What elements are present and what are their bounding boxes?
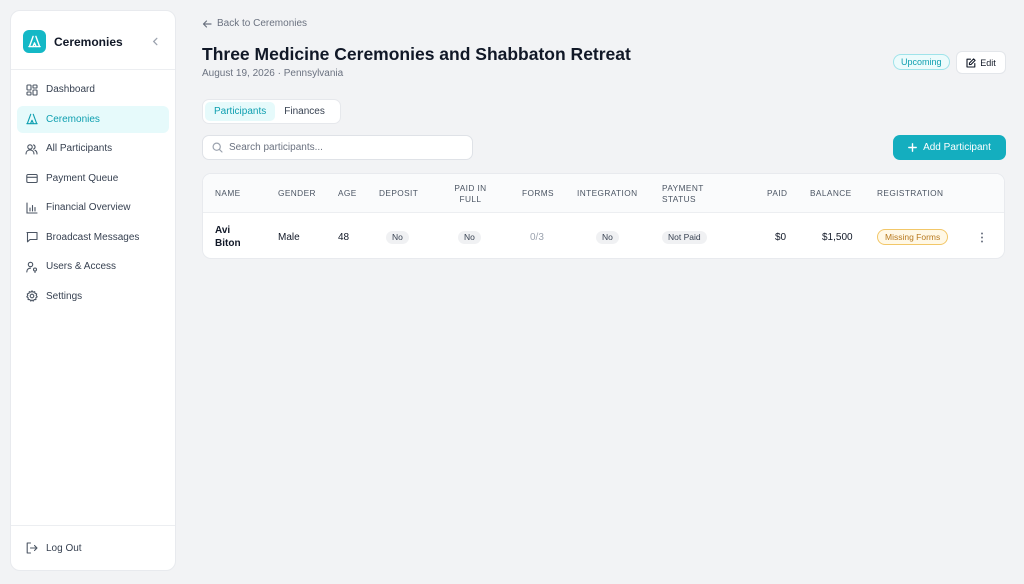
cell-registration: Missing Forms <box>877 214 949 258</box>
sidebar-item-label: Ceremonies <box>46 113 100 125</box>
sidebar-item-broadcast-messages[interactable]: Broadcast Messages <box>17 224 169 251</box>
sidebar-item-payment-queue[interactable]: Payment Queue <box>17 165 169 192</box>
cell-paid-in-full: No <box>458 214 481 258</box>
bar-chart-icon <box>25 201 38 214</box>
brand-name: Ceremonies <box>54 34 123 49</box>
column-header-paid-in-full: Paid in Full <box>454 182 487 204</box>
gear-icon <box>25 290 38 303</box>
sidebar-item-dashboard[interactable]: Dashboard <box>17 76 169 103</box>
users-icon <box>25 142 38 155</box>
cell-balance: $1,500 <box>822 231 853 243</box>
cell-name: Avi Biton <box>215 225 241 249</box>
page-title: Three Medicine Ceremonies and Shabbaton … <box>202 44 631 64</box>
sidebar-item-settings[interactable]: Settings <box>17 283 169 310</box>
sidebar-item-users-access[interactable]: Users & Access <box>17 253 169 280</box>
ceremony-date-location: August 19, 2026 · Pennsylvania <box>202 68 344 79</box>
tab-participants[interactable]: Participants <box>205 102 276 121</box>
row-actions-cell <box>980 214 984 258</box>
column-header-age: Age <box>338 188 357 198</box>
sidebar-item-financial-overview[interactable]: Financial Overview <box>17 194 169 221</box>
dashboard-icon <box>25 83 38 96</box>
add-participant-label: Add Participant <box>923 142 991 153</box>
column-header-integration: Integration <box>577 188 638 198</box>
payment-status-pill: Not Paid <box>662 230 707 244</box>
sidebar-footer: Log Out <box>11 525 175 570</box>
cell-age: 48 <box>338 231 350 243</box>
arrow-left-icon <box>202 19 212 29</box>
search-icon <box>212 142 223 153</box>
cell-integration: No <box>596 214 619 258</box>
sidebar-nav: Dashboard Ceremonies All Participants Pa… <box>11 70 175 312</box>
table-header: Name Gender Age Deposit Paid in Full For… <box>203 174 1004 213</box>
logout-label: Log Out <box>46 542 82 554</box>
participants-table: Name Gender Age Deposit Paid in Full For… <box>202 173 1005 259</box>
column-header-name: Name <box>215 188 241 198</box>
sidebar: Ceremonies Dashboard Ceremonies All Part… <box>10 10 176 571</box>
column-header-deposit: Deposit <box>379 188 419 198</box>
sidebar-item-label: Financial Overview <box>46 202 131 213</box>
deposit-pill: No <box>386 230 409 244</box>
tab-finances[interactable]: Finances <box>275 102 334 121</box>
edit-icon <box>966 57 976 68</box>
logout-button[interactable]: Log Out <box>25 542 82 555</box>
cell-forms: 0/3 <box>530 231 544 243</box>
search-box <box>202 135 473 160</box>
plus-icon <box>908 143 917 152</box>
sidebar-item-label: Payment Queue <box>46 172 119 184</box>
sidebar-item-label: Settings <box>46 290 83 302</box>
column-header-balance: Balance <box>810 188 852 198</box>
more-vertical-icon[interactable] <box>980 232 984 243</box>
logout-icon <box>25 542 38 555</box>
sidebar-item-label: Users & Access <box>46 261 117 272</box>
column-header-gender: Gender <box>278 188 316 198</box>
ceremony-icon <box>25 113 38 126</box>
column-header-payment-status: Payment Status <box>662 182 704 204</box>
sidebar-brand: Ceremonies <box>11 11 175 59</box>
credit-card-icon <box>25 172 38 185</box>
sidebar-item-all-participants[interactable]: All Participants <box>17 135 169 162</box>
cell-deposit: No <box>386 214 409 258</box>
status-badge: Upcoming <box>893 54 950 70</box>
sidebar-item-label: All Participants <box>46 143 113 154</box>
message-icon <box>25 231 38 244</box>
back-link-label: Back to Ceremonies <box>217 18 308 29</box>
column-header-paid: Paid <box>767 188 788 198</box>
registration-status-badge: Missing Forms <box>877 229 949 245</box>
cell-gender: Male <box>278 231 300 243</box>
search-input[interactable] <box>229 142 459 153</box>
tab-bar: Participants Finances <box>202 99 341 124</box>
sidebar-item-ceremonies[interactable]: Ceremonies <box>17 105 169 133</box>
column-header-registration: Registration <box>877 188 944 198</box>
add-participant-button[interactable]: Add Participant <box>893 135 1006 160</box>
column-header-forms: Forms <box>522 188 554 198</box>
sidebar-item-label: Dashboard <box>46 84 95 95</box>
cell-payment-status: Not Paid <box>662 214 707 258</box>
edit-button[interactable]: Edit <box>956 51 1006 74</box>
ceremony-logo-icon <box>23 30 46 53</box>
integration-pill: No <box>596 230 619 244</box>
edit-label: Edit <box>980 57 996 68</box>
collapse-sidebar-button[interactable] <box>147 34 163 50</box>
back-to-ceremonies-link[interactable]: Back to Ceremonies <box>202 18 307 29</box>
cell-paid: $0 <box>775 231 787 243</box>
sidebar-item-label: Broadcast Messages <box>46 231 140 243</box>
paid-in-full-pill: No <box>458 230 481 244</box>
user-key-icon <box>25 260 38 273</box>
